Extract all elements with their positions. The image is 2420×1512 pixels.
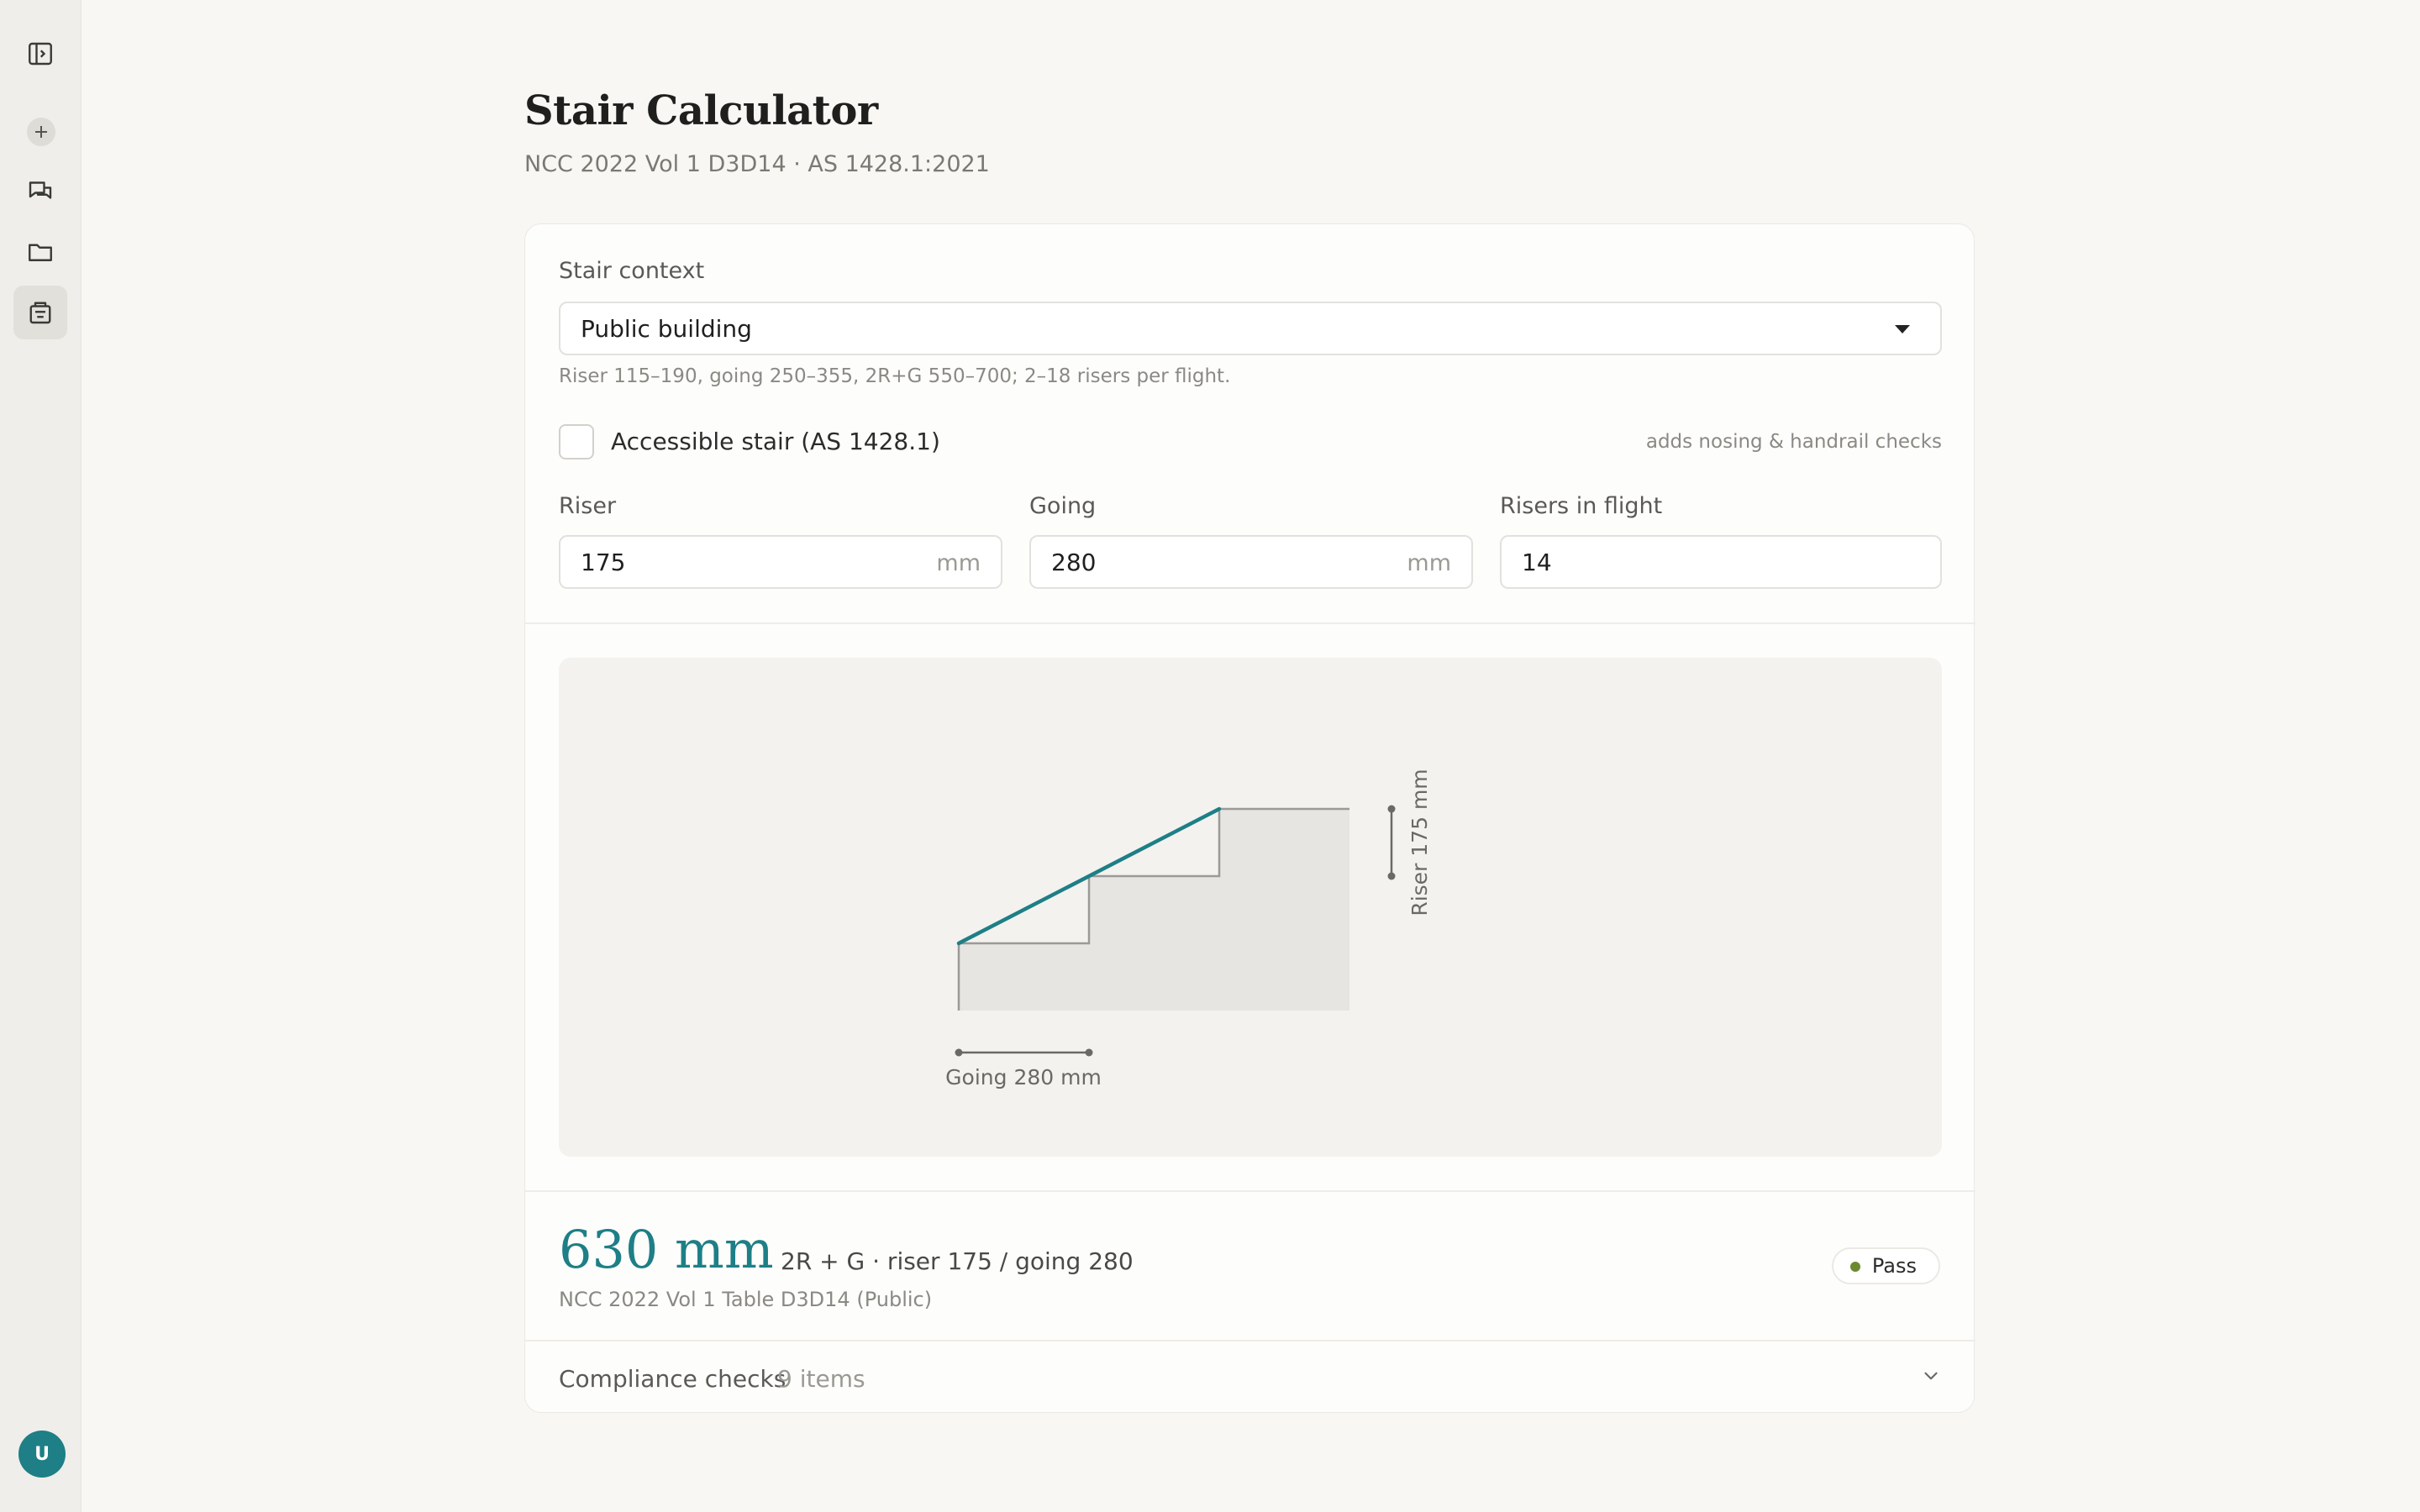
page-subtitle: NCC 2022 Vol 1 D3D14 · AS 1428.1:2021: [524, 151, 990, 177]
accessible-stair-checkbox[interactable]: [559, 424, 594, 459]
user-avatar[interactable]: U: [18, 1431, 66, 1478]
compliance-checks-count: 9 items: [777, 1365, 865, 1393]
accessible-stair-label[interactable]: Accessible stair (AS 1428.1): [611, 428, 940, 455]
page-title: Stair Calculator: [524, 87, 878, 134]
stair-context-label: Stair context: [559, 258, 705, 284]
stair-body: [959, 809, 1349, 1011]
calculator-icon: [29, 302, 51, 324]
sidebar-item-projects[interactable]: [13, 225, 67, 279]
going-input[interactable]: 280 mm: [1029, 535, 1473, 589]
accessible-stair-note: adds nosing & handrail checks: [1645, 431, 1942, 453]
risers-in-flight-label: Risers in flight: [1500, 493, 1663, 519]
riser-label: Riser: [559, 493, 617, 519]
stair-context-hint: Riser 115–190, going 250–355, 2R+G 550–7…: [559, 365, 1231, 387]
going-dimension-label: Going 280 mm: [945, 1065, 1102, 1089]
chevron-down-icon: [1895, 325, 1910, 333]
new-item-button[interactable]: [27, 118, 55, 146]
status-badge: Pass: [1831, 1247, 1940, 1284]
accessible-stair-row: Accessible stair (AS 1428.1) adds nosing…: [559, 424, 1942, 461]
going-value: 280: [1051, 549, 1097, 576]
result-value: 630 mm: [559, 1219, 774, 1280]
riser-value: 175: [581, 549, 626, 576]
going-unit: mm: [1407, 550, 1451, 576]
riser-unit: mm: [936, 550, 981, 576]
sidebar-item-chats[interactable]: [13, 165, 67, 218]
section-divider: [525, 622, 1975, 624]
stair-diagram-svg: Riser 175 mm Going 280 mm: [945, 769, 1432, 1089]
risers-in-flight-input[interactable]: 14: [1500, 535, 1942, 589]
pass-status-dot: [1849, 1262, 1860, 1272]
compliance-checks-toggle[interactable]: Compliance checks 9 items: [525, 1340, 1975, 1412]
app-root: U Stair Calculator NCC 2022 Vol 1 D3D14 …: [0, 0, 2420, 1512]
riser-input[interactable]: 175 mm: [559, 535, 1002, 589]
calculator-card: Stair context Public building Riser 115–…: [524, 223, 1975, 1413]
sidebar-toggle-button[interactable]: [13, 27, 67, 81]
going-label: Going: [1029, 493, 1097, 519]
status-badge-label: Pass: [1871, 1254, 1917, 1278]
result-formula: 2R + G · riser 175 / going 280: [781, 1247, 1134, 1275]
stair-diagram: Riser 175 mm Going 280 mm: [559, 658, 1942, 1157]
sidebar-toggle-icon: [29, 42, 52, 66]
chevron-down-icon: [1924, 1372, 1938, 1380]
stair-context-value: Public building: [581, 314, 752, 343]
risers-in-flight-value: 14: [1522, 549, 1552, 576]
stair-context-select[interactable]: Public building: [559, 302, 1942, 355]
going-dimension: [955, 1048, 1093, 1057]
compliance-checks-title: Compliance checks: [559, 1365, 786, 1393]
plus-icon: [35, 126, 47, 138]
result-reference: NCC 2022 Vol 1 Table D3D14 (Public): [559, 1288, 933, 1311]
sidebar-item-calculator[interactable]: [13, 286, 67, 339]
folder-icon: [29, 244, 52, 261]
section-divider: [525, 1190, 1975, 1192]
riser-dimension-label: Riser 175 mm: [1407, 769, 1432, 916]
chat-icon: [29, 181, 52, 199]
riser-dimension: [1387, 805, 1396, 880]
sidebar-rail: U: [0, 0, 82, 1512]
